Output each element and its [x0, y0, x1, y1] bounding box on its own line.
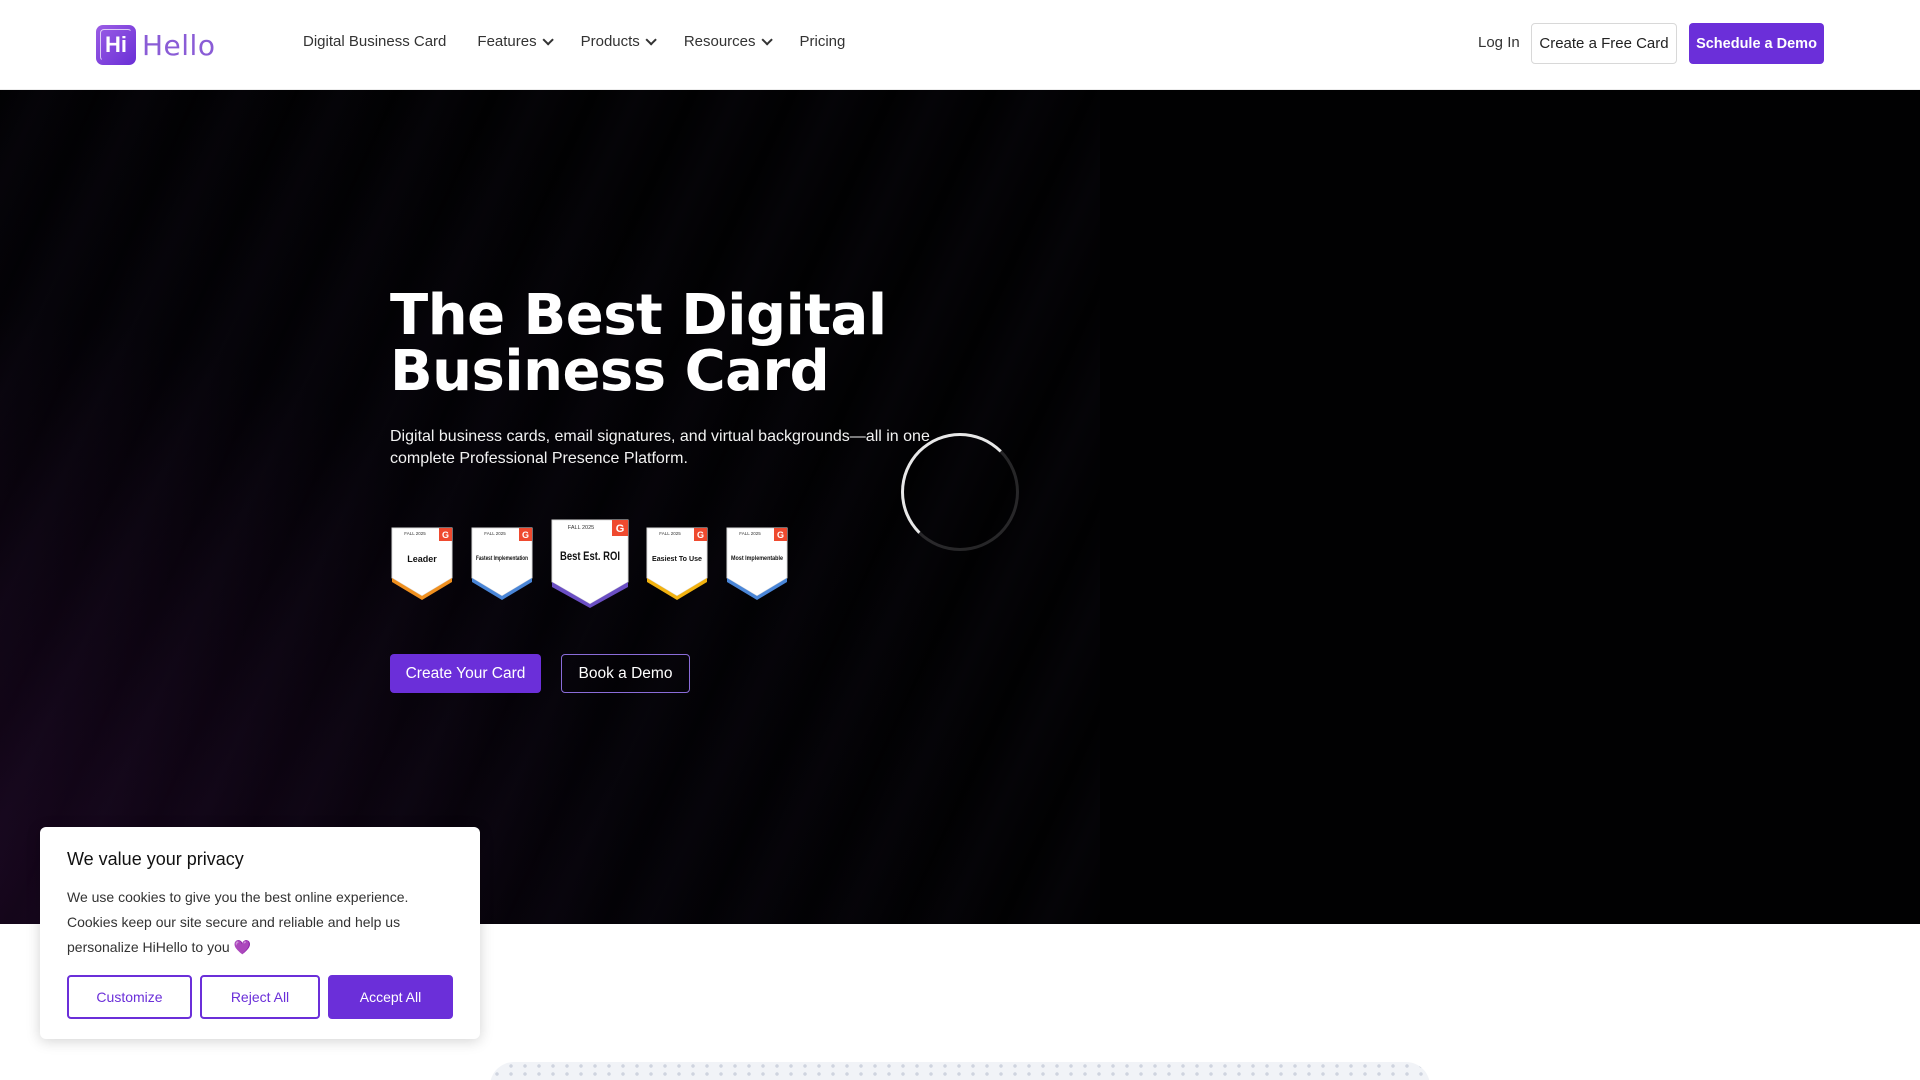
create-free-card-button[interactable]: Create a Free Card [1531, 23, 1677, 64]
chevron-down-icon [760, 33, 773, 46]
schedule-demo-button[interactable]: Schedule a Demo [1689, 23, 1824, 64]
nav-resources[interactable]: Resources [683, 33, 773, 50]
decorative-dots [490, 1062, 1430, 1080]
nav-label: Features [477, 33, 537, 50]
site-header: Hi Hello Digital Business Card Features … [0, 0, 1920, 90]
badge-label: Most Implementable [731, 556, 784, 562]
badge-season: FALL 2025 [739, 531, 761, 536]
create-your-card-button[interactable]: Create Your Card [390, 654, 541, 693]
g2-logo-icon: G [616, 523, 625, 535]
nav-digital-business-card[interactable]: Digital Business Card [303, 33, 446, 50]
g2-logo-icon: G [777, 530, 784, 540]
loading-spinner-icon [901, 433, 1019, 551]
hero-subtitle: Digital business cards, email signatures… [390, 428, 930, 467]
nav-pricing[interactable]: Pricing [800, 33, 846, 50]
badge-season: FALL 2025 [484, 531, 506, 536]
g2-badge-fastest-implementation: G FALL 2025 Fastest Implementation [470, 526, 534, 600]
logo-mark: Hi [96, 25, 136, 65]
nav-label: Pricing [799, 33, 846, 50]
nav-label: Products [580, 33, 640, 50]
badge-label: Leader [407, 554, 437, 564]
purple-heart-icon: 💜 [233, 939, 251, 955]
nav-label: Resources [683, 33, 756, 50]
g2-logo-icon: G [522, 530, 529, 540]
book-demo-button[interactable]: Book a Demo [561, 654, 690, 693]
chevron-down-icon [645, 33, 657, 46]
cookie-title: We value your privacy [67, 849, 244, 869]
g2-badge-best-roi: G FALL 2025 Best Est. ROI [550, 518, 630, 608]
badge-label: Easiest To Use [652, 554, 702, 563]
login-link[interactable]: Log In [1478, 34, 1520, 51]
g2-logo-icon: G [442, 530, 449, 540]
chevron-down-icon [542, 33, 554, 46]
badge-label: Fastest Implementation [476, 556, 528, 562]
logo-wordmark: Hello [142, 28, 216, 62]
nav-features[interactable]: Features [477, 33, 554, 50]
g2-badge-easiest-to-use: G FALL 2025 Easiest To Use [645, 526, 709, 600]
cookie-accept-all-button[interactable]: Accept All [328, 975, 453, 1019]
badge-season: FALL 2025 [568, 525, 594, 531]
badge-label: Best Est. ROI [560, 549, 620, 563]
nav-label: Digital Business Card [303, 33, 447, 50]
cookie-customize-button[interactable]: Customize [67, 975, 192, 1019]
main-nav: Digital Business Card Features Products … [303, 33, 876, 50]
cookie-text: We use cookies to give you the best onli… [67, 885, 437, 960]
hihello-logo[interactable]: Hi Hello [96, 24, 215, 66]
g2-logo-icon: G [697, 530, 704, 540]
hero-section: The Best Digital Business Card Digital b… [0, 90, 1920, 924]
badge-season: FALL 2025 [659, 531, 681, 536]
cookie-reject-all-button[interactable]: Reject All [200, 975, 320, 1019]
g2-badge-leader: G FALL 2025 Leader [390, 526, 454, 600]
hero-title: The Best Digital Business Card [390, 283, 887, 404]
badge-season: FALL 2025 [404, 531, 426, 536]
lower-section-card [490, 1062, 1430, 1080]
nav-products[interactable]: Products [580, 33, 657, 50]
g2-badge-most-implementable: G FALL 2025 Most Implementable [725, 526, 789, 600]
cookie-consent-dialog: We value your privacy We use cookies to … [40, 827, 480, 1039]
